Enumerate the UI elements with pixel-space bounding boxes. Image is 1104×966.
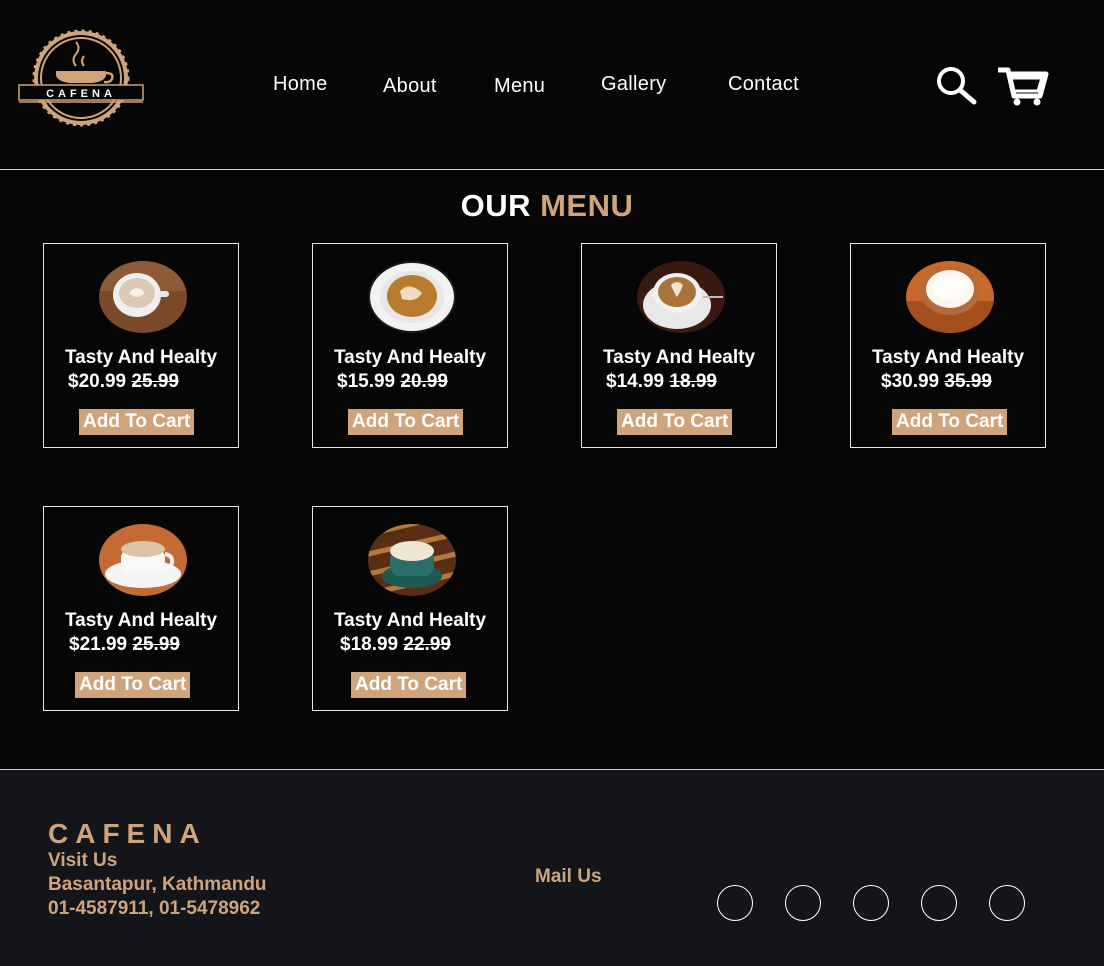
latte-art-cup-image	[637, 261, 725, 333]
product-card: Tasty And Healty $30.99 35.99 Add To Car…	[850, 243, 1046, 448]
title-part-menu: MENU	[540, 188, 634, 223]
add-to-cart-button[interactable]: Add To Cart	[79, 409, 195, 435]
old-price: 22.99	[403, 634, 451, 655]
nav-gallery[interactable]: Gallery	[601, 73, 666, 96]
product-name: Tasty And Healty	[871, 347, 1025, 368]
nav-menu[interactable]: Menu	[494, 75, 545, 98]
cart-icon[interactable]	[996, 64, 1050, 111]
social-link-icon[interactable]	[785, 885, 821, 921]
latte-cup-image	[99, 261, 187, 333]
phone-numbers: 01-4587911, 01-5478962	[48, 898, 261, 919]
old-price: 25.99	[132, 634, 180, 655]
logo-text: CAFENA	[46, 88, 116, 100]
social-link-icon[interactable]	[989, 885, 1025, 921]
social-link-icon[interactable]	[921, 885, 957, 921]
address: Basantapur, Kathmandu	[48, 874, 267, 895]
old-price: 35.99	[944, 371, 992, 392]
nav-about[interactable]: About	[383, 75, 437, 98]
product-price: $21.99 25.99	[69, 634, 180, 656]
product-name: Tasty And Healty	[333, 347, 487, 368]
product-card: Tasty And Healty $20.99 25.99 Add To Car…	[43, 243, 239, 448]
product-price: $14.99 18.99	[606, 371, 717, 393]
product-card: Tasty And Healty $14.99 18.99 Add To Car…	[581, 243, 777, 448]
current-price: $15.99	[337, 371, 396, 392]
add-to-cart-button[interactable]: Add To Cart	[348, 409, 464, 435]
site-header: CAFENA Home About Menu Gallery Contact	[0, 0, 1104, 170]
title-part-our: OUR	[460, 188, 531, 223]
site-footer: CAFENA Visit Us Basantapur, Kathmandu 01…	[0, 769, 1104, 966]
product-price: $30.99 35.99	[881, 371, 992, 393]
add-to-cart-button[interactable]: Add To Cart	[351, 672, 467, 698]
current-price: $14.99	[606, 371, 665, 392]
old-price: 18.99	[669, 371, 717, 392]
add-to-cart-button[interactable]: Add To Cart	[617, 409, 733, 435]
old-price: 25.99	[131, 371, 179, 392]
current-price: $30.99	[881, 371, 940, 392]
current-price: $20.99	[68, 371, 127, 392]
social-link-icon[interactable]	[717, 885, 753, 921]
cafena-logo[interactable]: CAFENA	[18, 28, 144, 128]
cappuccino-cup-image	[906, 261, 994, 333]
current-price: $18.99	[340, 634, 399, 655]
product-card: Tasty And Healty $18.99 22.99 Add To Car…	[312, 506, 508, 711]
product-price: $20.99 25.99	[68, 371, 179, 393]
add-to-cart-button[interactable]: Add To Cart	[892, 409, 1008, 435]
footer-brand: CAFENA	[48, 818, 207, 849]
social-link-icon[interactable]	[853, 885, 889, 921]
white-cup-image	[99, 524, 187, 596]
visit-us-label: Visit Us	[48, 850, 118, 871]
old-price: 20.99	[400, 371, 448, 392]
mail-us-label[interactable]: Mail Us	[535, 866, 602, 888]
menu-section-title: OUR MENU	[0, 188, 1094, 224]
product-name: Tasty And Healty	[602, 347, 756, 368]
green-cup-image	[368, 524, 456, 596]
search-icon[interactable]	[936, 66, 978, 111]
product-name: Tasty And Healty	[333, 610, 487, 631]
product-card: Tasty And Healty $15.99 20.99 Add To Car…	[312, 243, 508, 448]
product-name: Tasty And Healty	[64, 610, 218, 631]
product-price: $15.99 20.99	[337, 371, 448, 393]
product-price: $18.99 22.99	[340, 634, 451, 656]
nav-home[interactable]: Home	[273, 73, 328, 96]
product-card: Tasty And Healty $21.99 25.99 Add To Car…	[43, 506, 239, 711]
add-to-cart-button[interactable]: Add To Cart	[75, 672, 191, 698]
product-name: Tasty And Healty	[64, 347, 218, 368]
coffee-cup-image	[368, 261, 456, 333]
nav-contact[interactable]: Contact	[728, 73, 799, 96]
current-price: $21.99	[69, 634, 128, 655]
